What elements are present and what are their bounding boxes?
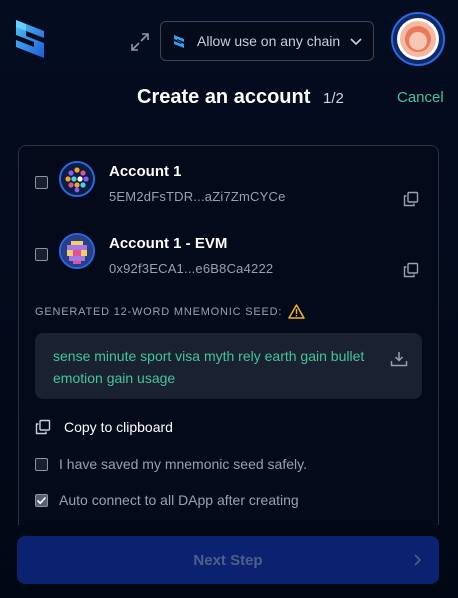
copy-icon[interactable]: [403, 262, 419, 278]
account-row[interactable]: Account 1 - EVM 0x92f3ECA1...e6B8Ca4222: [35, 233, 425, 289]
chain-icon: [174, 35, 184, 48]
chain-select[interactable]: Allow use on any chain: [160, 21, 374, 61]
logo-icon: [16, 20, 44, 58]
identicon-icon: [61, 235, 93, 267]
app-window: Allow use on any chain Create an account…: [0, 0, 458, 598]
copy-clipboard-button[interactable]: Copy to clipboard: [35, 417, 173, 437]
warning-icon: [288, 304, 305, 319]
next-step-label: Next Step: [193, 551, 263, 569]
seed-box: sense minute sport visa myth rely earth …: [35, 333, 422, 399]
avatar[interactable]: [391, 12, 445, 66]
identicon-icon: [61, 163, 93, 195]
account-address: 0x92f3ECA1...e6B8Ca4222: [109, 261, 274, 276]
account-card: Account 1 5EM2dFsTDR...aZi7ZmCYCe Accoun…: [18, 145, 439, 525]
account-row[interactable]: Account 1 5EM2dFsTDR...aZi7ZmCYCe: [35, 161, 425, 217]
saved-seed-checkbox[interactable]: [35, 457, 48, 471]
copy-icon[interactable]: [403, 191, 419, 207]
step-indicator: 1/2: [323, 90, 344, 107]
copy-clipboard-label: Copy to clipboard: [64, 419, 173, 435]
saved-seed-label: I have saved my mnemonic seed safely.: [59, 456, 307, 472]
expand-icon[interactable]: [128, 30, 152, 54]
auto-connect-option[interactable]: Auto connect to all DApp after creating: [35, 491, 299, 509]
cancel-button[interactable]: Cancel: [397, 89, 444, 106]
account-address: 5EM2dFsTDR...aZi7ZmCYCe: [109, 189, 286, 204]
account-checkbox[interactable]: [35, 176, 48, 189]
copy-icon: [35, 419, 51, 435]
seed-label-text: GENERATED 12-WORD MNEMONIC SEED:: [35, 305, 283, 318]
account-avatar: [59, 233, 95, 269]
checkmark-icon: [36, 496, 47, 504]
download-icon[interactable]: [390, 351, 408, 367]
auto-connect-checkbox[interactable]: [35, 493, 48, 507]
account-name: Account 1 - EVM: [109, 235, 228, 252]
next-step-button[interactable]: Next Step: [17, 536, 439, 584]
account-avatar: [59, 161, 95, 197]
saved-seed-option[interactable]: I have saved my mnemonic seed safely.: [35, 455, 307, 473]
account-checkbox[interactable]: [35, 248, 48, 261]
chain-select-label: Allow use on any chain: [197, 33, 341, 49]
avatar-icon: [397, 18, 439, 60]
account-name: Account 1: [109, 163, 182, 180]
auto-connect-label: Auto connect to all DApp after creating: [59, 492, 299, 508]
chevron-right-icon: [414, 554, 422, 566]
seed-phrase: sense minute sport visa myth rely earth …: [53, 348, 365, 386]
page-title: Create an account: [137, 86, 311, 108]
seed-label: GENERATED 12-WORD MNEMONIC SEED:: [35, 304, 305, 319]
title-row: Create an account 1/2 Cancel: [0, 84, 458, 114]
chevron-down-icon: [350, 38, 362, 46]
